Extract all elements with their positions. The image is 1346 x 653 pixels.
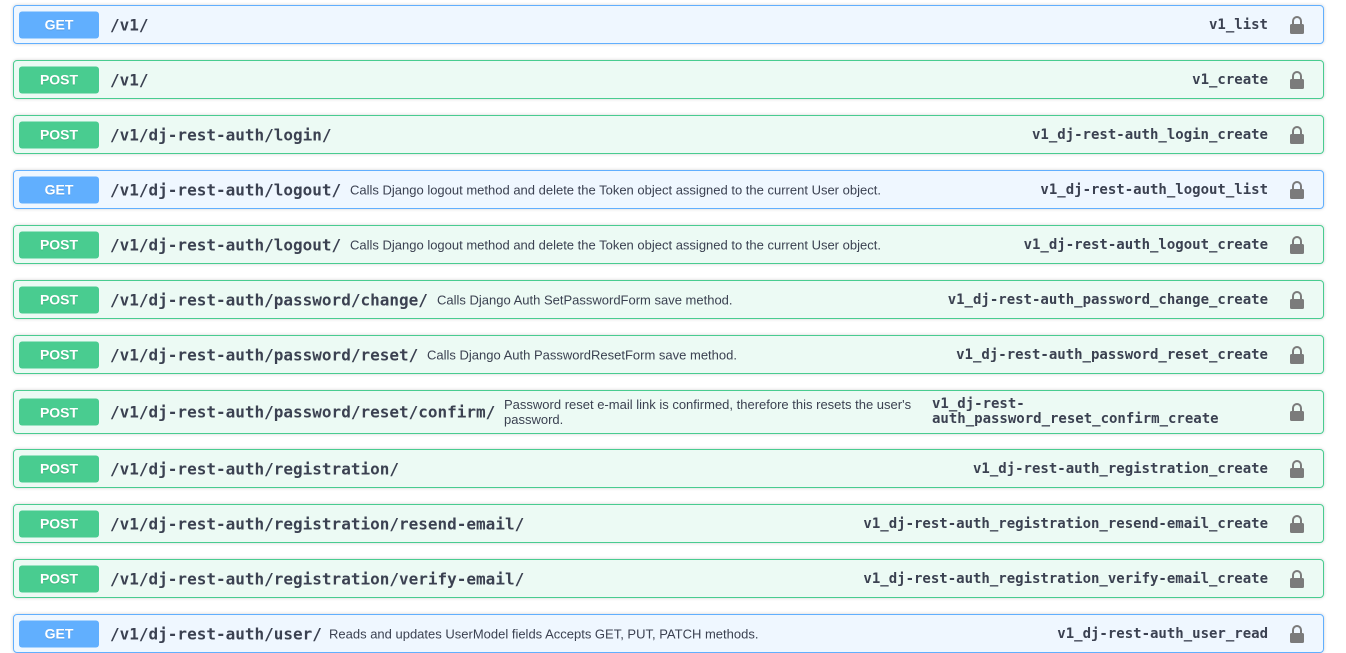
opblock-post[interactable]: POST/v1/dj-rest-auth/password/reset/conf…	[13, 390, 1324, 434]
operation-description: Reads and updates UserModel fields Accep…	[329, 626, 759, 641]
method-badge: POST	[19, 565, 99, 592]
operation-id: v1_dj-rest-auth_user_read	[1057, 625, 1268, 642]
operation-id: v1_dj-rest-auth_logout_create	[1023, 236, 1268, 253]
lock-icon[interactable]	[1289, 345, 1305, 365]
lock-icon[interactable]	[1289, 459, 1305, 479]
method-badge: POST	[19, 286, 99, 313]
opblock-post[interactable]: POST/v1/dj-rest-auth/password/reset/Call…	[13, 335, 1324, 374]
method-badge: POST	[19, 66, 99, 93]
lock-icon[interactable]	[1289, 15, 1305, 35]
method-badge: POST	[19, 341, 99, 368]
operation-id: v1_dj-rest-auth_registration_resend-emai…	[863, 515, 1268, 532]
method-badge: GET	[19, 11, 99, 38]
operation-id: v1_dj-rest-auth_logout_list	[1040, 181, 1268, 198]
opblock-post[interactable]: POST/v1/dj-rest-auth/password/change/Cal…	[13, 280, 1324, 319]
endpoint-path: /v1/	[110, 15, 149, 34]
method-badge: POST	[19, 121, 99, 148]
operation-description: Password reset e-mail link is confirmed,…	[504, 397, 912, 427]
operation-id: v1_dj-rest-auth_password_reset_create	[956, 346, 1268, 363]
opblock-post[interactable]: POST/v1/dj-rest-auth/registration/resend…	[13, 504, 1324, 543]
lock-icon[interactable]	[1289, 180, 1305, 200]
operation-description: Calls Django logout method and delete th…	[350, 182, 881, 197]
method-badge: POST	[19, 398, 99, 426]
endpoint-path: /v1/dj-rest-auth/user/	[110, 624, 322, 643]
opblock-post[interactable]: POST/v1/v1_create	[13, 60, 1324, 99]
method-badge: POST	[19, 231, 99, 258]
operation-id: v1_list	[1208, 16, 1268, 33]
endpoint-path: /v1/dj-rest-auth/password/reset/confirm/	[110, 402, 496, 422]
operation-id: v1_dj-rest-auth_login_create	[1031, 126, 1268, 143]
method-badge: POST	[19, 510, 99, 537]
lock-icon[interactable]	[1289, 402, 1305, 422]
operation-id: v1_dj-rest-auth_registration_verify-emai…	[863, 570, 1268, 587]
operation-id: v1_dj-rest-auth_registration_create	[972, 460, 1268, 477]
operation-id: v1_dj-rest-auth_password_reset_confirm_c…	[932, 396, 1219, 427]
endpoint-path: /v1/dj-rest-auth/registration/	[110, 459, 399, 478]
lock-icon[interactable]	[1289, 624, 1305, 644]
endpoint-path: /v1/dj-rest-auth/registration/resend-ema…	[110, 514, 525, 533]
operation-id: v1_create	[1192, 71, 1268, 88]
method-badge: GET	[19, 620, 99, 647]
endpoint-path: /v1/dj-rest-auth/login/	[110, 125, 332, 144]
endpoint-path: /v1/dj-rest-auth/logout/	[110, 235, 342, 254]
opblock-get[interactable]: GET/v1/dj-rest-auth/logout/Calls Django …	[13, 170, 1324, 209]
opblock-post[interactable]: POST/v1/dj-rest-auth/logout/Calls Django…	[13, 225, 1324, 264]
lock-icon[interactable]	[1289, 514, 1305, 534]
operation-description: Calls Django logout method and delete th…	[350, 237, 881, 252]
opblock-post[interactable]: POST/v1/dj-rest-auth/login/v1_dj-rest-au…	[13, 115, 1324, 154]
opblock-get[interactable]: GET/v1/v1_list	[13, 5, 1324, 44]
endpoint-path: /v1/dj-rest-auth/password/change/	[110, 290, 428, 309]
endpoint-path: /v1/dj-rest-auth/password/reset/	[110, 345, 419, 364]
method-badge: GET	[19, 176, 99, 203]
operation-id: v1_dj-rest-auth_password_change_create	[947, 291, 1268, 308]
method-badge: POST	[19, 455, 99, 482]
endpoint-path: /v1/dj-rest-auth/logout/	[110, 180, 342, 199]
endpoint-path: /v1/	[110, 70, 149, 89]
lock-icon[interactable]	[1289, 235, 1305, 255]
lock-icon[interactable]	[1289, 125, 1305, 145]
lock-icon[interactable]	[1289, 70, 1305, 90]
opblock-post[interactable]: POST/v1/dj-rest-auth/registration/verify…	[13, 559, 1324, 598]
operation-description: Calls Django Auth SetPasswordForm save m…	[437, 292, 733, 307]
opblock-post[interactable]: POST/v1/dj-rest-auth/registration/v1_dj-…	[13, 449, 1324, 488]
lock-icon[interactable]	[1289, 290, 1305, 310]
operation-description: Calls Django Auth PasswordResetForm save…	[427, 347, 737, 362]
opblock-get[interactable]: GET/v1/dj-rest-auth/user/Reads and updat…	[13, 614, 1324, 653]
lock-icon[interactable]	[1289, 569, 1305, 589]
endpoint-path: /v1/dj-rest-auth/registration/verify-ema…	[110, 569, 525, 588]
